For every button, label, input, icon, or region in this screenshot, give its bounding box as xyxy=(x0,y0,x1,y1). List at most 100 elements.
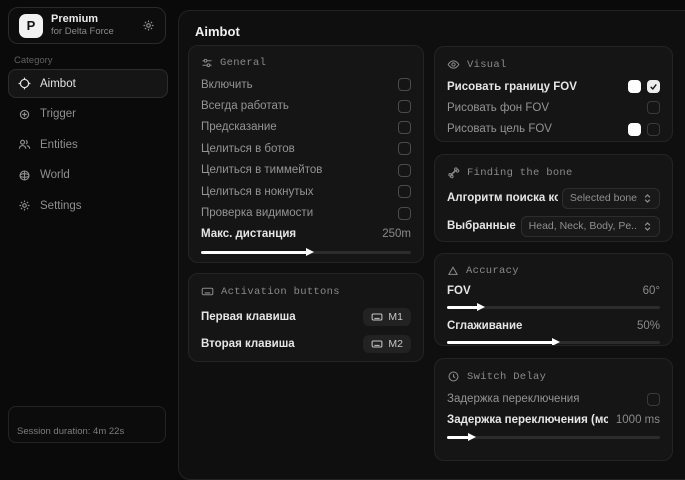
visual-controls xyxy=(647,101,660,114)
slider-fill xyxy=(447,341,554,344)
checkbox-draw-fov-background[interactable] xyxy=(647,101,660,114)
session-duration-box: Session duration: 4m 22s xyxy=(8,406,166,443)
slider-thumb[interactable] xyxy=(552,338,560,346)
switch-delay-ms-label: Задержка переключения (мс) xyxy=(447,414,608,426)
accuracy-card-header: Accuracy xyxy=(447,265,660,277)
visual-card: Visual Рисовать границу FOV Рисовать фон… xyxy=(434,46,673,142)
general-card: General Включить Всегда работать Предска… xyxy=(188,45,424,263)
sidebar-item-label: World xyxy=(40,169,70,181)
bone-card-header: Finding the bone xyxy=(447,166,660,179)
general-card-title: General xyxy=(220,57,266,69)
sidebar-item-trigger[interactable]: Trigger xyxy=(8,100,168,129)
select-value: Selected bone xyxy=(570,192,637,204)
checkbox-prediction[interactable] xyxy=(398,121,411,134)
slider-thumb[interactable] xyxy=(468,433,476,441)
toggle-row: Целиться в ботов xyxy=(201,138,411,159)
sidebar-item-label: Aimbot xyxy=(40,78,76,90)
sidebar-item-world[interactable]: World xyxy=(8,161,168,190)
eye-icon xyxy=(447,58,460,71)
gear-icon[interactable] xyxy=(142,19,155,32)
brand-card: P Premium for Delta Force xyxy=(8,7,166,44)
bone-row: Алгоритм поиска кости Selected bone xyxy=(447,184,660,212)
clock-icon xyxy=(447,370,460,383)
visual-card-header: Visual xyxy=(447,58,660,71)
crosshair-icon xyxy=(18,77,31,90)
left-column: General Включить Всегда работать Предска… xyxy=(188,45,424,362)
slider-track[interactable] xyxy=(447,436,660,439)
globe-icon xyxy=(18,169,31,182)
session-duration-label: Session duration: 4m 22s xyxy=(17,426,124,437)
switch-delay-card: Switch Delay Задержка переключения Задер… xyxy=(434,358,673,461)
checkbox-visibility-check[interactable] xyxy=(398,207,411,220)
category-label: Category xyxy=(14,55,53,66)
selected-bones-label: Выбранные кости xyxy=(447,220,517,232)
bone-algorithm-label: Алгоритм поиска кости xyxy=(447,192,558,204)
sliders-icon xyxy=(201,57,213,69)
checkbox-target-bots[interactable] xyxy=(398,142,411,155)
chevron-updown-icon xyxy=(643,193,652,204)
switch-delay-card-header: Switch Delay xyxy=(447,370,660,383)
brand-text: Premium for Delta Force xyxy=(51,13,142,39)
slider-thumb[interactable] xyxy=(306,248,314,256)
toggle-label: Целиться в ботов xyxy=(201,143,295,155)
color-swatch-fov-border[interactable] xyxy=(628,80,641,93)
bone-icon xyxy=(447,166,460,179)
triangle-icon xyxy=(447,265,459,277)
visual-row: Рисовать цель FOV xyxy=(447,119,660,140)
sidebar: P Premium for Delta Force Category Aimbo… xyxy=(0,0,178,449)
sidebar-item-label: Settings xyxy=(40,200,82,212)
toggle-row: Целиться в тиммейтов xyxy=(201,160,411,181)
max-distance-value: 250m xyxy=(382,228,411,240)
visual-row: Рисовать границу FOV xyxy=(447,76,660,97)
keybind-value: M2 xyxy=(388,338,403,350)
smoothing-label: Сглаживание xyxy=(447,320,522,332)
accuracy-card: Accuracy FOV 60° Сглаживание 50% xyxy=(434,253,673,346)
checkbox-target-teammates[interactable] xyxy=(398,164,411,177)
visual-controls xyxy=(628,80,660,93)
keyboard-icon xyxy=(371,311,383,323)
brand-logo: P xyxy=(19,14,43,38)
checkbox-target-knocked[interactable] xyxy=(398,185,411,198)
toggle-label: Целиться в тиммейтов xyxy=(201,164,322,176)
slider-thumb[interactable] xyxy=(477,303,485,311)
selected-bones-select[interactable]: Head, Neck, Body, Pe.. xyxy=(521,216,660,237)
sidebar-item-aimbot[interactable]: Aimbot xyxy=(8,69,168,98)
smoothing-slider[interactable] xyxy=(447,336,660,346)
bone-row: Выбранные кости Head, Neck, Body, Pe.. xyxy=(447,212,660,240)
bone-algorithm-select[interactable]: Selected bone xyxy=(562,188,660,209)
slider-fill xyxy=(447,306,479,309)
sidebar-item-label: Trigger xyxy=(40,108,76,120)
checkbox-switch-delay[interactable] xyxy=(647,393,660,406)
keybind-button-primary[interactable]: M1 xyxy=(363,308,411,326)
switch-delay-ms-value: 1000 ms xyxy=(616,414,660,426)
fov-value: 60° xyxy=(643,285,660,297)
toggle-label: Целиться в нокнутых xyxy=(201,186,314,198)
checkbox-enable[interactable] xyxy=(398,78,411,91)
toggle-label: Всегда работать xyxy=(201,100,289,112)
toggle-row: Включить xyxy=(201,74,411,95)
toggle-row: Всегда работать xyxy=(201,95,411,116)
checkbox-always-work[interactable] xyxy=(398,100,411,113)
keybind-row: Вторая клавиша M2 xyxy=(201,330,411,357)
slider-fill xyxy=(447,436,470,439)
keyboard-icon xyxy=(201,285,214,298)
color-swatch-fov-target[interactable] xyxy=(628,123,641,136)
checkbox-draw-fov-border[interactable] xyxy=(647,80,660,93)
sidebar-nav: Aimbot Trigger Entities xyxy=(8,69,168,222)
sidebar-item-entities[interactable]: Entities xyxy=(8,130,168,159)
trigger-icon xyxy=(18,108,31,121)
max-distance-label: Макс. дистанция xyxy=(201,228,296,240)
visual-label: Рисовать границу FOV xyxy=(447,81,577,93)
max-distance-slider[interactable] xyxy=(201,246,411,258)
keybind-button-secondary[interactable]: M2 xyxy=(363,335,411,353)
check-icon xyxy=(649,82,658,91)
main-panel: Aimbot General Включить Всегда работать xyxy=(178,10,685,480)
select-value: Head, Neck, Body, Pe.. xyxy=(529,220,637,232)
slider-fill xyxy=(201,251,308,254)
checkbox-draw-fov-target[interactable] xyxy=(647,123,660,136)
gear-icon xyxy=(18,199,31,212)
page-title: Aimbot xyxy=(195,24,240,39)
sidebar-item-settings[interactable]: Settings xyxy=(8,191,168,220)
switch-delay-slider[interactable] xyxy=(447,431,660,443)
fov-slider[interactable] xyxy=(447,301,660,313)
